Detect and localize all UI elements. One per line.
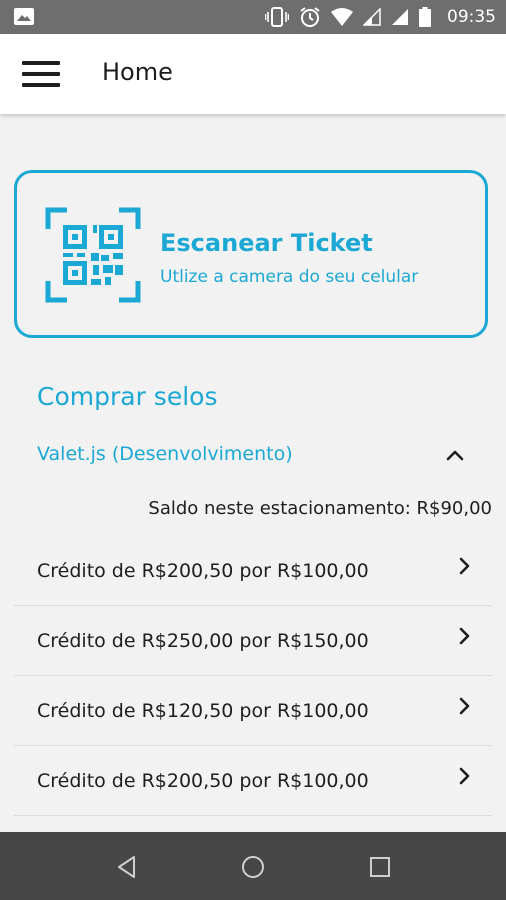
- chevron-right-icon: [459, 627, 470, 645]
- offer-label: Crédito de R$120,50 por R$100,00: [37, 700, 369, 722]
- chevron-right-icon: [459, 767, 470, 785]
- offer-label: Crédito de R$200,50 por R$100,00: [37, 560, 369, 582]
- offer-item[interactable]: Crédito de R$200,50 por R$100,00: [0, 536, 506, 606]
- offer-item[interactable]: Crédito de R$200,50 por R$100,00: [0, 746, 506, 816]
- offer-label: Crédito de R$250,00 por R$150,00: [37, 630, 369, 652]
- home-icon[interactable]: [240, 854, 266, 880]
- scan-ticket-title: Escanear Ticket: [160, 229, 373, 257]
- status-icons: 09:35: [265, 0, 496, 34]
- navigation-bar: [0, 832, 506, 900]
- app-bar: Home: [0, 34, 506, 114]
- offer-item[interactable]: Crédito de R$250,00 por R$150,00: [0, 606, 506, 676]
- section-title: Comprar selos: [37, 382, 218, 411]
- chevron-right-icon: [459, 557, 470, 575]
- battery-icon: [419, 7, 431, 27]
- divider: [14, 815, 492, 816]
- status-bar: 09:35: [0, 0, 506, 34]
- offer-list: Crédito de R$200,50 por R$100,00 Crédito…: [0, 536, 506, 816]
- parking-balance: Saldo neste estacionamento: R$90,00: [148, 498, 492, 519]
- chevron-right-icon: [459, 697, 470, 715]
- qr-code-icon: [45, 207, 141, 303]
- chevron-up-icon: [446, 450, 464, 461]
- menu-icon[interactable]: [22, 56, 66, 92]
- scan-ticket-subtitle: Utlize a camera do seu celular: [160, 267, 419, 287]
- offer-item[interactable]: Crédito de R$120,50 por R$100,00: [0, 676, 506, 746]
- page-title: Home: [102, 58, 173, 86]
- wifi-icon: [331, 8, 353, 26]
- image-icon: [14, 8, 34, 25]
- offer-label: Crédito de R$200,50 por R$100,00: [37, 770, 369, 792]
- vibrate-icon: [265, 7, 289, 27]
- parking-accordion-header[interactable]: Valet.js (Desenvolvimento): [37, 440, 477, 474]
- signal-icon: [363, 8, 381, 26]
- recents-icon[interactable]: [367, 854, 393, 880]
- alarm-icon: [300, 7, 320, 27]
- scan-ticket-button[interactable]: Escanear Ticket Utlize a camera do seu c…: [14, 170, 488, 338]
- back-icon[interactable]: [114, 854, 140, 880]
- parking-name: Valet.js (Desenvolvimento): [37, 443, 293, 465]
- signal-icon: [392, 9, 408, 25]
- clock: 09:35: [447, 7, 496, 27]
